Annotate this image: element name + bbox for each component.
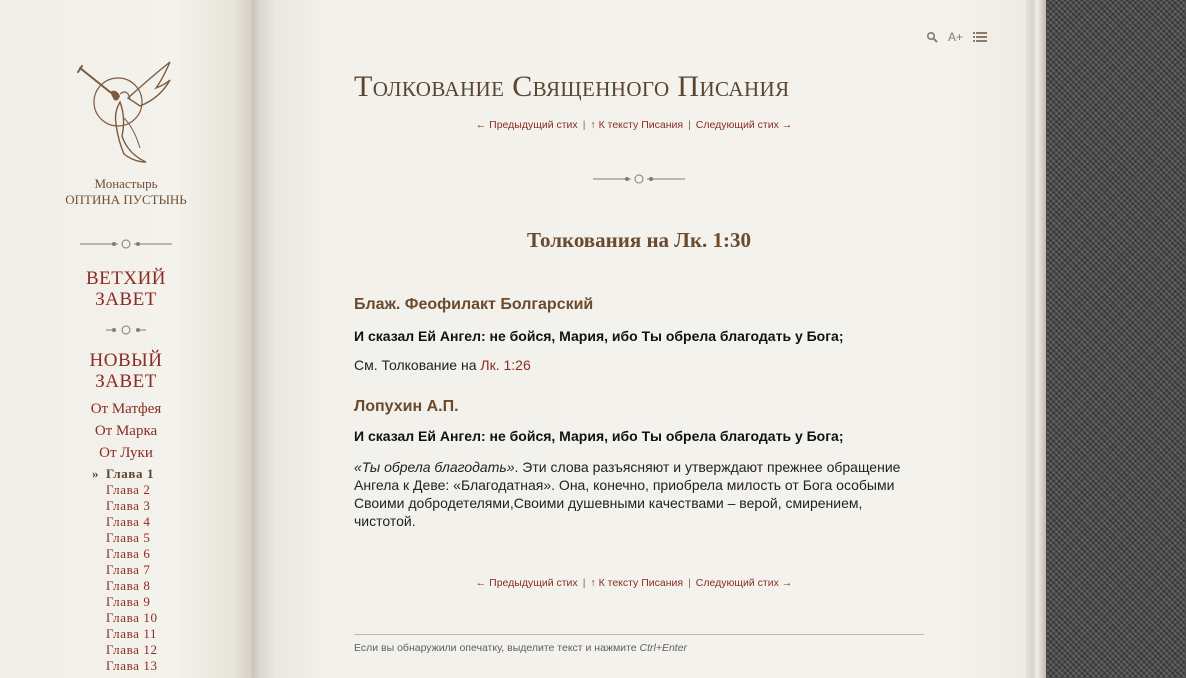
commentary-text: См. Толкование на Лк. 1:26	[354, 356, 922, 374]
prev-verse-link[interactable]: ← Предыдущий стих	[476, 119, 578, 131]
chapter-list: » Глава 1 Глава 2 Глава 3 Глава 4 Глава …	[92, 466, 158, 674]
ornament-divider-icon	[80, 239, 172, 249]
monastery-label: Монастырь	[94, 176, 158, 191]
chapter-10-link[interactable]: Глава 10	[106, 610, 158, 626]
active-chapter-marker: »	[92, 466, 99, 481]
commentary-verse: И сказал Ей Ангел: не бойся, Мария, ибо …	[354, 328, 844, 344]
chapter-9-link[interactable]: Глава 9	[106, 594, 158, 610]
commentary-quote: «Ты обрела благодать»	[354, 459, 515, 475]
site-title[interactable]: Толкование Священного Писания	[354, 70, 914, 104]
commentary-text-prefix: См. Толкование на	[354, 357, 481, 373]
gospel-mark-link[interactable]: От Марка	[0, 420, 252, 442]
background-texture	[1040, 0, 1186, 678]
chapter-1-link[interactable]: Глава 1	[106, 466, 158, 482]
nav-separator: |	[688, 577, 691, 589]
search-icon[interactable]	[926, 31, 938, 43]
angel-logo-icon[interactable]	[70, 58, 180, 168]
page-toolbar: A+	[926, 30, 988, 44]
new-testament-label-2: ЗАВЕТ	[95, 371, 157, 392]
chapter-6-link[interactable]: Глава 6	[106, 546, 158, 562]
cross-reference-link[interactable]: Лк. 1:26	[480, 357, 530, 373]
footer-divider	[354, 634, 924, 635]
old-testament-label-2: ЗАВЕТ	[95, 289, 157, 310]
chapter-2-link[interactable]: Глава 2	[106, 482, 158, 498]
gospel-luke-link[interactable]: От Луки	[0, 442, 252, 464]
old-testament-label-1: ВЕТХИЙ	[85, 268, 167, 289]
commentary-heading: Толкования на Лк. 1:30	[526, 228, 752, 252]
chapter-4-link[interactable]: Глава 4	[106, 514, 158, 530]
old-testament-link[interactable]: ВЕТХИЙ ЗАВЕТ	[0, 268, 252, 310]
nav-separator: |	[582, 119, 586, 131]
verse-nav-top: ← Предыдущий стих | ↑ К тексту Писания | Сле…	[354, 119, 914, 131]
prev-verse-link[interactable]: ← Предыдущий стих	[476, 577, 578, 589]
chapter-12-link[interactable]: Глава 12	[106, 642, 158, 658]
chapter-5-link[interactable]: Глава 5	[106, 530, 158, 546]
typo-shortcut: Ctrl+Enter	[639, 642, 688, 654]
verse-nav-bottom: ← Предыдущий стих | ↑ К тексту Писания | Сле…	[354, 577, 914, 589]
monastery-name[interactable]: Монастырь ОПТИНА ПУСТЫНЬ	[0, 176, 252, 208]
to-scripture-link[interactable]: ↑ К тексту Писания	[590, 577, 683, 589]
ornament-divider-icon	[593, 174, 685, 184]
small-ornament-icon	[106, 325, 146, 335]
gospel-matthew-link[interactable]: От Матфея	[0, 398, 252, 420]
new-testament-link[interactable]: НОВЫЙ ЗАВЕТ	[0, 350, 252, 392]
chapter-7-link[interactable]: Глава 7	[106, 562, 158, 578]
chapter-8-link[interactable]: Глава 8	[106, 578, 158, 594]
book-page-edge	[1024, 0, 1046, 678]
commentary-text: «Ты обрела благодать». Эти слова разъясн…	[354, 458, 922, 530]
commentary-verse: И сказал Ей Ангел: не бойся, Мария, ибо …	[354, 428, 844, 444]
chapter-11-link[interactable]: Глава 11	[106, 626, 158, 642]
list-icon[interactable]	[973, 31, 988, 43]
typo-notice-text: Если вы обнаружили опечатку, выделите те…	[354, 642, 640, 654]
nav-separator: |	[582, 577, 586, 589]
commentary-author: Блаж. Феофилакт Болгарский	[354, 296, 594, 313]
nav-separator: |	[688, 119, 691, 131]
book-spine	[248, 0, 278, 678]
font-size-button[interactable]: A+	[948, 30, 963, 44]
typo-notice: Если вы обнаружили опечатку, выделите те…	[354, 642, 687, 654]
chapter-13-link[interactable]: Глава 13	[106, 658, 158, 674]
to-scripture-link[interactable]: ↑ К тексту Писания	[590, 119, 683, 131]
gospel-list: От Матфея От Марка От Луки	[0, 398, 252, 464]
new-testament-label-1: НОВЫЙ	[89, 350, 163, 371]
monastery-title: ОПТИНА ПУСТЫНЬ	[65, 192, 187, 207]
next-verse-link[interactable]: Следующий стих →	[696, 577, 792, 589]
commentary-author: Лопухин А.П.	[354, 398, 459, 415]
next-verse-link[interactable]: Следующий стих →	[696, 119, 792, 131]
chapter-3-link[interactable]: Глава 3	[106, 498, 158, 514]
